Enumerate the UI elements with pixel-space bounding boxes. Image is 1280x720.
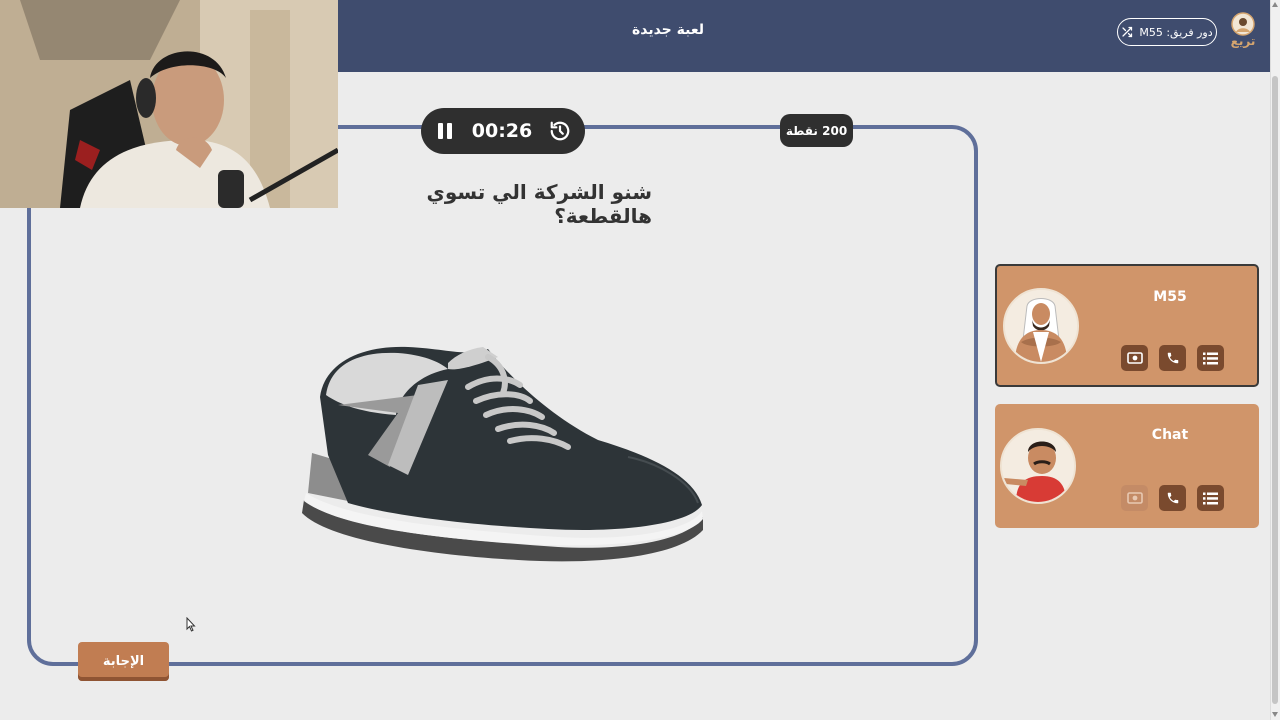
- page-title: لعبة جديدة: [631, 22, 705, 38]
- team-avatar: [1003, 288, 1079, 364]
- phone-icon: [1167, 352, 1178, 364]
- double-points-icon: [1126, 352, 1143, 364]
- options-button[interactable]: [1197, 345, 1224, 371]
- list-icon: [1203, 492, 1218, 504]
- team-card-chat[interactable]: Chat: [995, 404, 1259, 528]
- logo-mark-icon: [1231, 12, 1255, 36]
- points-badge: 200 نقطة: [780, 114, 853, 147]
- options-button[interactable]: [1197, 485, 1224, 511]
- team-avatar: [1000, 428, 1076, 504]
- timer-bar: 00:26: [421, 108, 585, 154]
- double-points-button[interactable]: [1121, 345, 1148, 371]
- double-points-button[interactable]: [1121, 485, 1148, 511]
- turn-label: دور فريق: M55: [1139, 25, 1213, 39]
- shuffle-icon: [1122, 26, 1133, 38]
- mouse-cursor-icon: [186, 617, 196, 632]
- timer-value: 00:26: [471, 120, 533, 142]
- question-text: شنو الشركة الي تسوي هالقطعة؟: [426, 180, 652, 228]
- pause-icon[interactable]: [435, 121, 455, 141]
- reset-timer-icon[interactable]: [549, 120, 571, 142]
- answer-button[interactable]: الإجابة: [78, 642, 169, 681]
- scroll-thumb[interactable]: [1272, 76, 1278, 704]
- double-points-icon: [1126, 492, 1143, 504]
- team-card-m55[interactable]: M55: [995, 264, 1259, 387]
- call-friend-button[interactable]: [1159, 345, 1186, 371]
- switch-turn-button[interactable]: دور فريق: M55: [1117, 18, 1217, 46]
- app-logo[interactable]: تريع: [1228, 12, 1258, 56]
- phone-icon: [1167, 492, 1178, 504]
- call-friend-button[interactable]: [1159, 485, 1186, 511]
- logo-text: تريع: [1230, 34, 1256, 48]
- scroll-up-arrow[interactable]: [1272, 2, 1278, 7]
- team-tools: [1121, 345, 1224, 371]
- sneaker-image: [302, 346, 703, 562]
- webcam-overlay: [0, 0, 338, 208]
- team-tools: [1121, 485, 1224, 511]
- scroll-down-arrow[interactable]: [1272, 712, 1278, 717]
- list-icon: [1203, 352, 1218, 364]
